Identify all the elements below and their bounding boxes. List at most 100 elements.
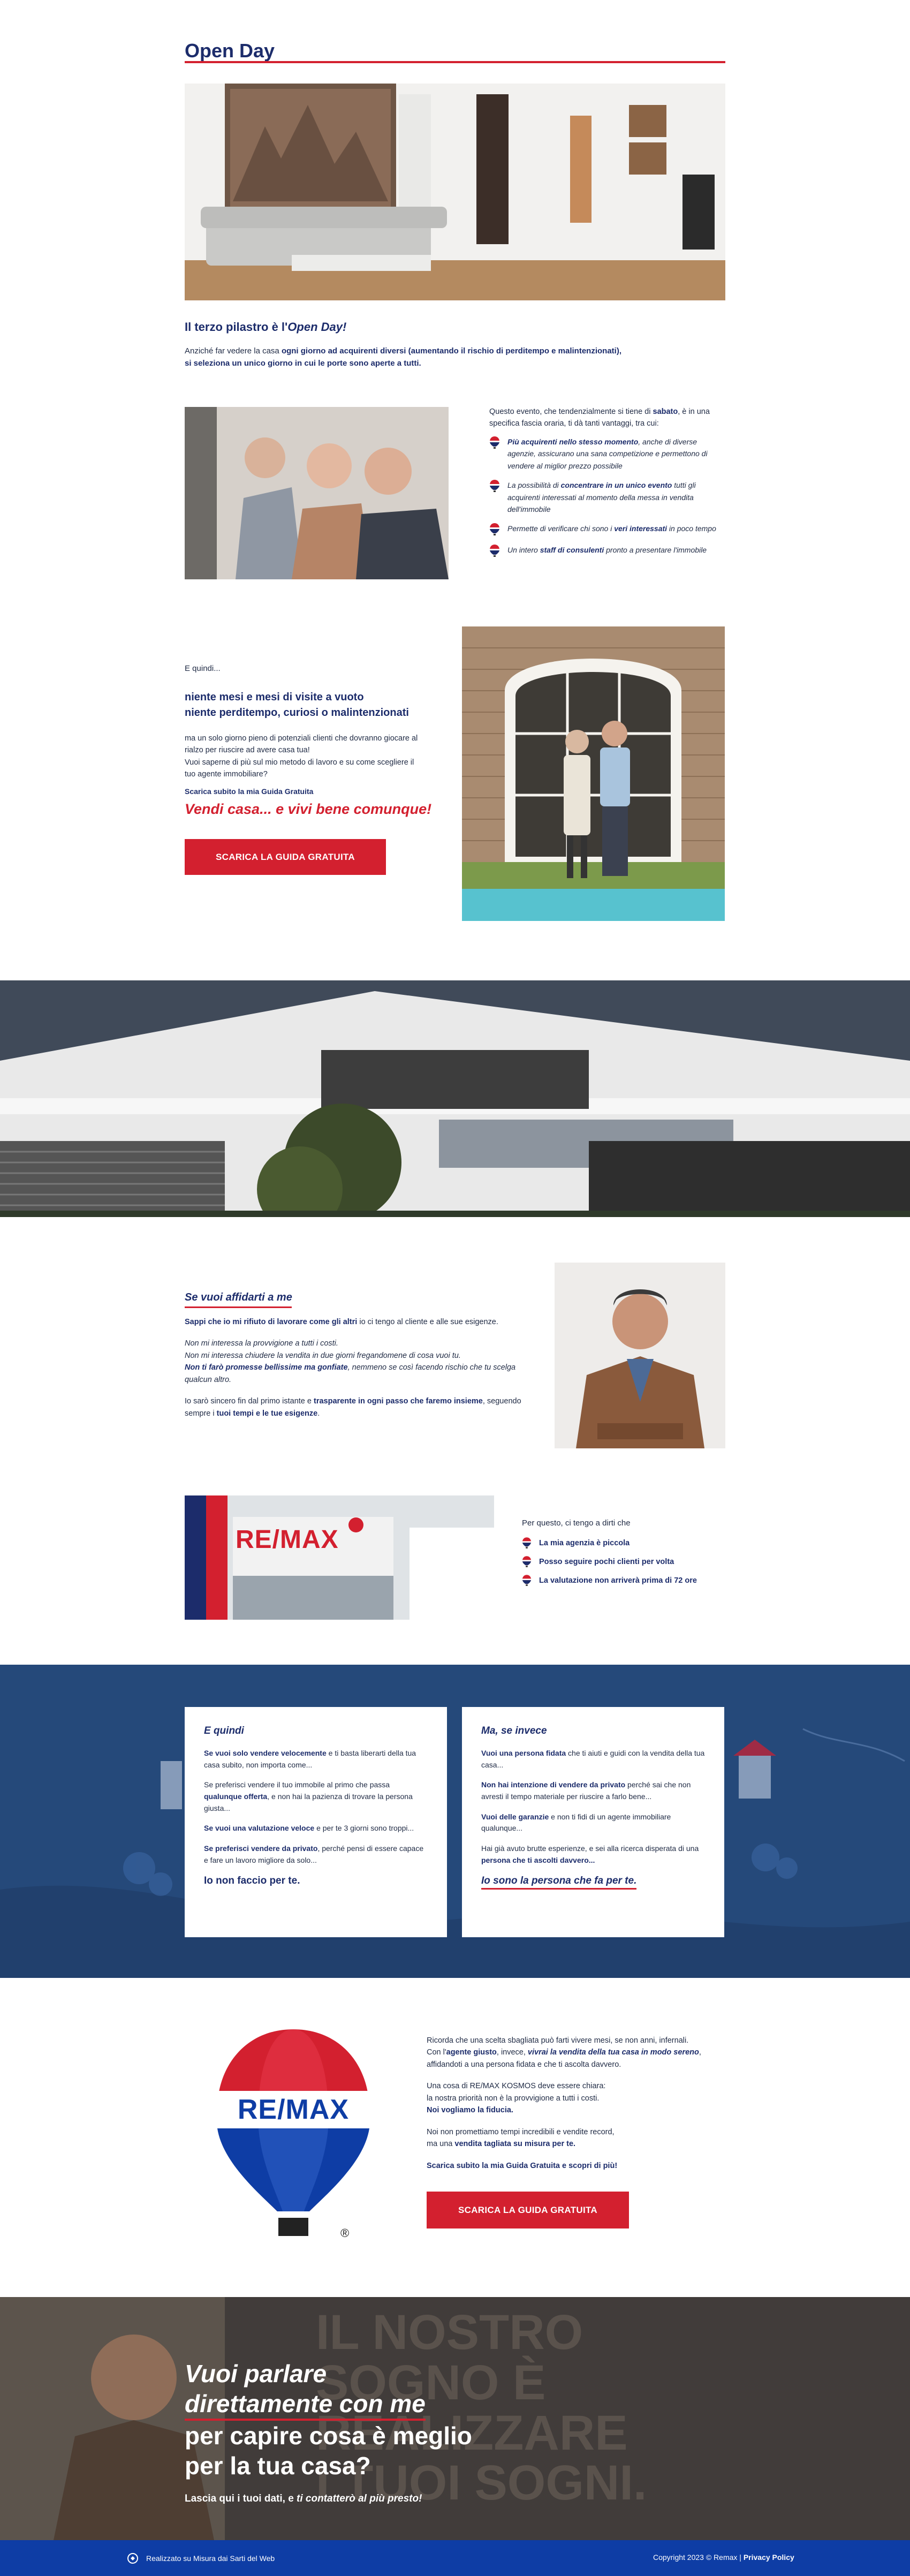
affidarti-p2-line-2: Non mi interessa chiudere la vendita in … [185, 1351, 461, 1360]
bs-p2-b: la nostra priorità non è la provvigione … [427, 2094, 600, 2103]
remax-balloon-logo: ® RE/MAX [213, 2024, 374, 2252]
advantage-strong: concentrare in un unico evento [560, 481, 672, 490]
card-strong: Vuoi delle garanzie [481, 1812, 549, 1821]
bs-p1-a: Ricorda che una scelta sbagliata può far… [427, 2036, 689, 2045]
months-heading: niente mesi e mesi di visite a vuoto nie… [185, 690, 409, 721]
balloon-logo-text: RE/MAX [237, 2094, 350, 2125]
footer-credit-text: Realizzato su Misura dai Sarti del Web [146, 2554, 275, 2563]
advantages-list: Più acquirenti nello stesso momento, anc… [489, 436, 725, 565]
download-guide-button-2[interactable]: SCARICA LA GUIDA GRATUITA [427, 2192, 629, 2228]
card-title: E quindi [204, 1725, 244, 1736]
advantage-lead: La possibilità di [507, 481, 561, 490]
remax-balloon-icon [522, 1556, 532, 1567]
intro-saturday: sabato [653, 407, 678, 416]
affidarti-underline [185, 1306, 292, 1308]
living-room-photo [185, 84, 725, 300]
bs-p3-c: vendita tagliata su misura per te. [454, 2140, 576, 2149]
remax-office-photo: RE/MAX [185, 1495, 494, 1620]
card-strong: qualunque offerta [204, 1792, 268, 1801]
affidarti-body: Sappi che io mi rifiuto di lavorare come… [185, 1316, 533, 1419]
pillar-description: Anziché far vedere la casa ogni giorno a… [185, 345, 725, 370]
months-body-1: ma un solo giorno pieno di potenziali cl… [185, 734, 418, 755]
bs-p3-a: Noi non promettiamo tempi incredibili e … [427, 2127, 615, 2136]
advantage-strong: Più acquirenti nello stesso momento [507, 437, 639, 446]
contact-heading-line-1: Vuoi parlare [185, 2360, 327, 2388]
pillar-title-text: Il terzo pilastro è l' [185, 320, 288, 334]
guarantee-item: La valutazione non arriverà prima di 72 … [522, 1574, 697, 1587]
office-sign: RE/MAX [236, 1525, 339, 1554]
illustrated-blue-band [0, 1665, 910, 1978]
bs-p3-b: ma una [427, 2140, 455, 2149]
advantage-strong: staff di consulenti [540, 546, 604, 555]
affidarti-p1-rest: io ci tengo al cliente e alle sue esigen… [357, 1318, 498, 1326]
pillar-title-emphasis: Open Day! [287, 320, 347, 334]
remax-balloon-icon [522, 1575, 532, 1586]
advantage-item: Più acquirenti nello stesso momento, anc… [489, 436, 725, 472]
couple-house-photo [462, 626, 725, 921]
remax-balloon-icon [490, 545, 499, 557]
pillar-title: Il terzo pilastro è l'Open Day! [185, 320, 346, 334]
card-for-you: Ma, se invece Vuoi una persona fidata ch… [462, 1707, 724, 1937]
advantage-item: Un intero staff di consulenti pronto a p… [489, 544, 725, 558]
guarantee-item: La mia agenzia è piccola [522, 1537, 697, 1550]
advantage-item: La possibilità di concentrare in un unic… [489, 479, 725, 515]
bs-p2-c: Noi vogliamo la fiducia. [427, 2106, 513, 2115]
contact-subtitle: Lascia qui i tuoi dati, e ti contatterò … [185, 2493, 422, 2505]
quindi-text: E quindi... [185, 664, 221, 673]
guarantee-label: La mia agenzia è piccola [539, 1539, 630, 1547]
guarantees-list: La mia agenzia è piccola Posso seguire p… [522, 1537, 697, 1593]
months-heading-line-2: niente perditempo, curiosi o malintenzio… [185, 707, 409, 719]
perquesto-text: Per questo, ci tengo a dirti che [522, 1519, 631, 1528]
download-note: Scarica subito la mia Guida Gratuita [185, 787, 314, 796]
bs-p1-b: Con l' [427, 2048, 446, 2057]
card-text: Se preferisci vendere il tuo immobile al… [204, 1780, 390, 1789]
card-conclusion: Io sono la persona che fa per te. [481, 1875, 637, 1890]
remax-balloon-icon [490, 436, 499, 449]
advantage-lead: Un intero [507, 546, 540, 555]
modern-house-photo [0, 980, 910, 1217]
pillar-text-c: si seleziona un unico giorno in cui le p… [185, 359, 421, 368]
pillar-text-b: ogni giorno ad acquirenti diversi (aumen… [281, 346, 622, 356]
guarantee-label: La valutazione non arriverà prima di 72 … [539, 1576, 697, 1585]
footer-credit[interactable]: Realizzato su Misura dai Sarti del Web [127, 2552, 275, 2564]
card-title: Ma, se invece [481, 1725, 547, 1736]
affidarti-p1-strong: Sappi che io mi rifiuto di lavorare come… [185, 1318, 358, 1326]
card-strong: Se preferisci vendere da privato [204, 1844, 318, 1853]
family-photo [185, 407, 449, 579]
footer-copyright: Copyright 2023 © Remax | Privacy Policy [653, 2553, 794, 2562]
remax-balloon-icon [490, 523, 499, 536]
card-strong: persona che ti ascolti davvero... [481, 1855, 595, 1864]
guarantee-label: Posso seguire pochi clienti per volta [539, 1558, 674, 1566]
bs-p1-c: agente giusto [446, 2048, 497, 2057]
bs-p1-d: , invece, [496, 2048, 528, 2057]
contact-heading-line-4: per la tua casa? [185, 2452, 371, 2480]
advantage-item: Permette di verificare chi sono i veri i… [489, 523, 725, 537]
affidarti-title: Se vuoi affidarti a me [185, 1291, 292, 1303]
advantage-rest: pronto a presentare l'immobile [604, 546, 707, 555]
remax-balloon-icon [490, 480, 499, 493]
card-not-for-you: E quindi Se vuoi solo vendere velocement… [185, 1707, 447, 1937]
bs-p4: Scarica subito la mia Guida Gratuita e s… [427, 2161, 618, 2170]
card-conclusion: Io non faccio per te. [204, 1875, 300, 1886]
contact-heading: Vuoi parlare direttamente con me per cap… [185, 2359, 472, 2481]
advantages-intro: Questo evento, che tendenzialmente si ti… [489, 406, 725, 430]
intro-text-a: Questo evento, che tendenzialmente si ti… [489, 407, 653, 416]
card-strong: Vuoi una persona fidata [481, 1749, 566, 1757]
agent-portrait-photo [555, 1263, 725, 1448]
card-strong: Non hai intenzione di vendere da privato [481, 1780, 626, 1789]
contact-heading-line-2: direttamente con me [185, 2389, 426, 2421]
months-body-2: Vuoi saperne di più sul mio metodo di la… [185, 758, 414, 779]
copyright-text: Copyright 2023 © Remax | [653, 2553, 744, 2562]
download-guide-button[interactable]: SCARICA LA GUIDA GRATUITA [185, 839, 386, 875]
slogan: Vendi casa... e vivi bene comunque! [185, 801, 432, 817]
title-underline [185, 61, 725, 63]
advantage-rest: in poco tempo [667, 524, 716, 533]
contact-sub-a: Lascia qui i tuoi dati, e [185, 2493, 297, 2504]
card-strong: Se vuoi solo vendere velocemente [204, 1749, 327, 1757]
contact-heading-line-3: per capire cosa è meglio [185, 2422, 472, 2450]
motto-line: IL NOSTRO [316, 2305, 583, 2360]
card-text: e per te 3 giorni sono troppi... [314, 1824, 414, 1833]
remax-balloon-icon [522, 1537, 532, 1548]
months-body: ma un solo giorno pieno di potenziali cl… [185, 732, 426, 781]
privacy-policy-link[interactable]: Privacy Policy [744, 2553, 794, 2562]
